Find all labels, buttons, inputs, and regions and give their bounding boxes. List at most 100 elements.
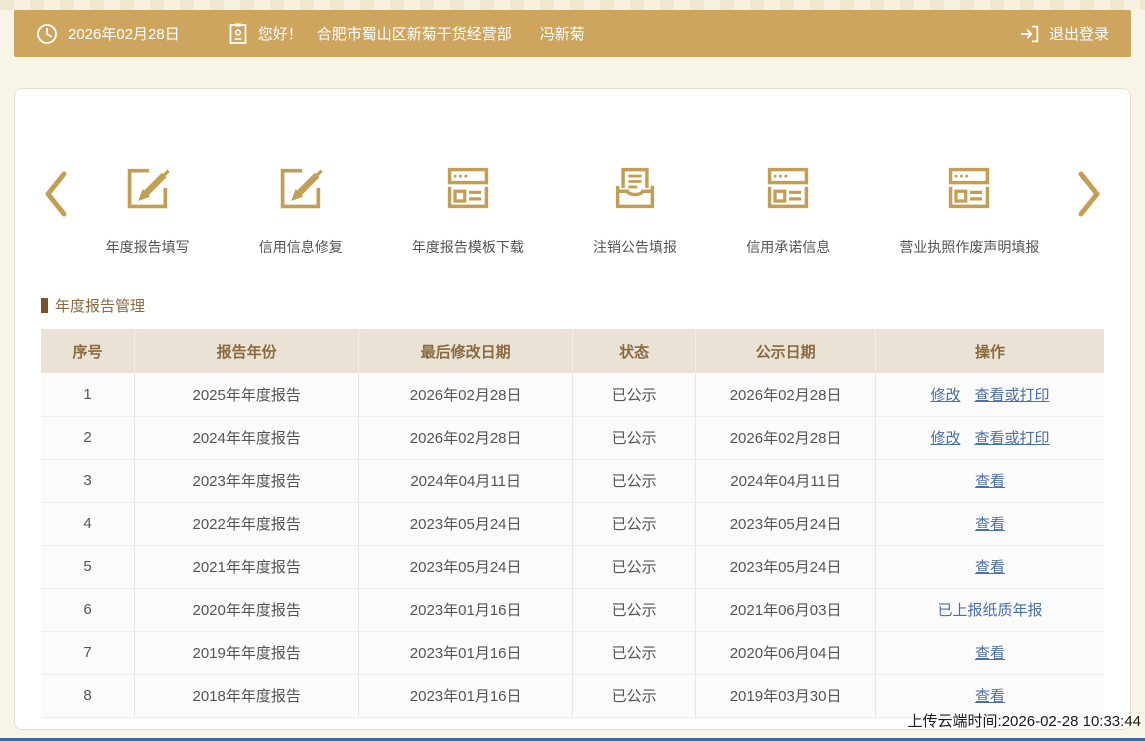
upload-timestamp: 上传云端时间:2026-02-28 10:33:44: [907, 713, 1141, 730]
edit-square-icon: [275, 161, 327, 215]
section-marker: [41, 298, 48, 313]
row-published: 2024年04月11日: [695, 459, 876, 503]
table-row: 6 2020年年度报告 2023年01月16日 已公示 2021年06月03日 已上报纸质…: [41, 588, 1104, 632]
table-row: 2 2024年年度报告 2026年02月28日 已公示 2026年02月28日 修改 查看或…: [41, 416, 1104, 460]
decorative-top-strip: [0, 0, 1145, 10]
col-header: 序号: [41, 329, 136, 373]
date-group: 2026年02月28日: [36, 23, 180, 45]
table-row: 4 2022年年度报告 2023年05月24日 已公示 2023年05月24日 查看: [41, 502, 1104, 546]
row-published: 2023年05月24日: [695, 502, 876, 546]
action-link[interactable]: 查看: [975, 473, 1005, 490]
row-published: 2021年06月03日: [695, 588, 876, 632]
action-link[interactable]: 查看: [975, 688, 1005, 705]
current-date: 2026年02月28日: [68, 26, 180, 43]
row-seq: 8: [41, 674, 136, 718]
row-status: 已公示: [572, 631, 697, 675]
browser-window-icon: [762, 161, 814, 215]
row-published: 2020年06月04日: [695, 631, 876, 675]
nav-next-arrow[interactable]: [1074, 169, 1104, 222]
nav-item-1[interactable]: 年度报告填写: [106, 161, 190, 257]
row-actions: 修改 查看或打印: [875, 373, 1104, 417]
row-published: 2023年05月24日: [695, 545, 876, 589]
top-bar: 2026年02月28日 您好！ 合肥市蜀山区新菊干货经营部 冯新菊 退出登录: [14, 10, 1131, 57]
col-header: 最后修改日期: [358, 329, 573, 373]
row-year: 2025年年度报告: [134, 373, 360, 417]
nav-item-6[interactable]: 营业执照作废声明填报: [899, 161, 1039, 257]
nav-items-container: 年度报告填写 信用信息修复 年度报告模板下载 注销公告填报 信用承诺信息 营业执…: [71, 161, 1074, 257]
row-modified: 2023年01月16日: [358, 588, 573, 632]
nav-item-label: 年度报告填写: [105, 239, 190, 255]
row-modified: 2024年04月11日: [358, 459, 573, 503]
table-row: 3 2023年年度报告 2024年04月11日 已公示 2024年04月11日 查看: [41, 459, 1104, 503]
row-seq: 3: [41, 459, 136, 503]
row-published: 2019年03月30日: [695, 674, 876, 718]
row-actions: 修改 查看或打印: [875, 416, 1104, 460]
row-year: 2024年年度报告: [134, 416, 360, 460]
action-link[interactable]: 查看: [975, 645, 1005, 662]
row-actions: 查看: [875, 459, 1104, 503]
browser-window-icon: [943, 161, 995, 215]
logout-label: 退出登录: [1048, 26, 1109, 43]
col-header: 状态: [572, 329, 697, 373]
company-name: 合肥市蜀山区新菊干货经营部: [316, 26, 512, 43]
table-body: 1 2025年年度报告 2026年02月28日 已公示 2026年02月28日 修改 查看或…: [41, 373, 1104, 718]
nav-item-label: 信用承诺信息: [746, 239, 831, 255]
action-link[interactable]: 查看: [975, 516, 1005, 533]
action-link[interactable]: 查看或打印: [974, 430, 1049, 447]
row-seq: 4: [41, 502, 136, 546]
quick-nav: 年度报告填写 信用信息修复 年度报告模板下载 注销公告填报 信用承诺信息 营业执…: [41, 89, 1104, 257]
row-year: 2022年年度报告: [134, 502, 360, 546]
nav-item-2[interactable]: 信用信息修复: [259, 161, 343, 257]
row-modified: 2023年01月16日: [358, 674, 573, 718]
row-published: 2026年02月28日: [695, 416, 876, 460]
row-seq: 2: [41, 416, 136, 460]
greeting-text: 您好！: [257, 26, 303, 43]
user-name: 冯新菊: [539, 26, 585, 43]
row-status: 已公示: [572, 502, 697, 546]
row-actions: 查看: [875, 545, 1104, 589]
section-title: 年度报告管理: [41, 295, 1104, 316]
browser-window-icon: [442, 161, 494, 215]
nav-item-label: 注销公告填报: [593, 239, 678, 255]
action-link[interactable]: 修改: [930, 430, 960, 447]
logout-icon: [1019, 23, 1041, 45]
col-header: 公示日期: [695, 329, 876, 373]
row-status: 已公示: [572, 674, 697, 718]
row-status: 已公示: [572, 373, 697, 417]
user-greeting-group: 您好！ 合肥市蜀山区新菊干货经营部 冯新菊: [228, 23, 585, 45]
row-modified: 2023年05月24日: [358, 545, 573, 589]
row-published: 2026年02月28日: [695, 373, 876, 417]
table-header-row: 序号 报告年份 最后修改日期 状态 公示日期 操作: [41, 329, 1104, 373]
id-badge-icon: [228, 23, 248, 45]
row-year: 2023年年度报告: [134, 459, 360, 503]
nav-item-4[interactable]: 注销公告填报: [593, 161, 677, 257]
table-row: 5 2021年年度报告 2023年05月24日 已公示 2023年05月24日 查看: [41, 545, 1104, 589]
row-status: 已公示: [572, 459, 697, 503]
logout-button[interactable]: 退出登录: [1019, 23, 1109, 45]
action-link[interactable]: 已上报纸质年报: [937, 602, 1042, 619]
nav-prev-arrow[interactable]: [41, 169, 71, 222]
row-actions: 已上报纸质年报: [875, 588, 1104, 632]
row-modified: 2026年02月28日: [358, 416, 573, 460]
nav-item-5[interactable]: 信用承诺信息: [746, 161, 830, 257]
col-header: 报告年份: [134, 329, 360, 373]
row-status: 已公示: [572, 545, 697, 589]
nav-item-3[interactable]: 年度报告模板下载: [412, 161, 524, 257]
row-year: 2020年年度报告: [134, 588, 360, 632]
row-year: 2018年年度报告: [134, 674, 360, 718]
action-link[interactable]: 修改: [930, 387, 960, 404]
row-year: 2019年年度报告: [134, 631, 360, 675]
row-seq: 5: [41, 545, 136, 589]
action-link[interactable]: 查看或打印: [974, 387, 1049, 404]
row-status: 已公示: [572, 588, 697, 632]
section-title-text: 年度报告管理: [55, 298, 146, 315]
annual-report-table: 序号 报告年份 最后修改日期 状态 公示日期 操作 1 2025年年度报告 2026年02月2…: [41, 329, 1104, 718]
table-row: 1 2025年年度报告 2026年02月28日 已公示 2026年02月28日 修改 查看或…: [41, 373, 1104, 417]
row-year: 2021年年度报告: [134, 545, 360, 589]
row-modified: 2026年02月28日: [358, 373, 573, 417]
row-actions: 查看: [875, 502, 1104, 546]
action-link[interactable]: 查看: [975, 559, 1005, 576]
edit-square-icon: [122, 161, 174, 215]
table-row: 7 2019年年度报告 2023年01月16日 已公示 2020年06月04日 查看: [41, 631, 1104, 675]
row-seq: 6: [41, 588, 136, 632]
